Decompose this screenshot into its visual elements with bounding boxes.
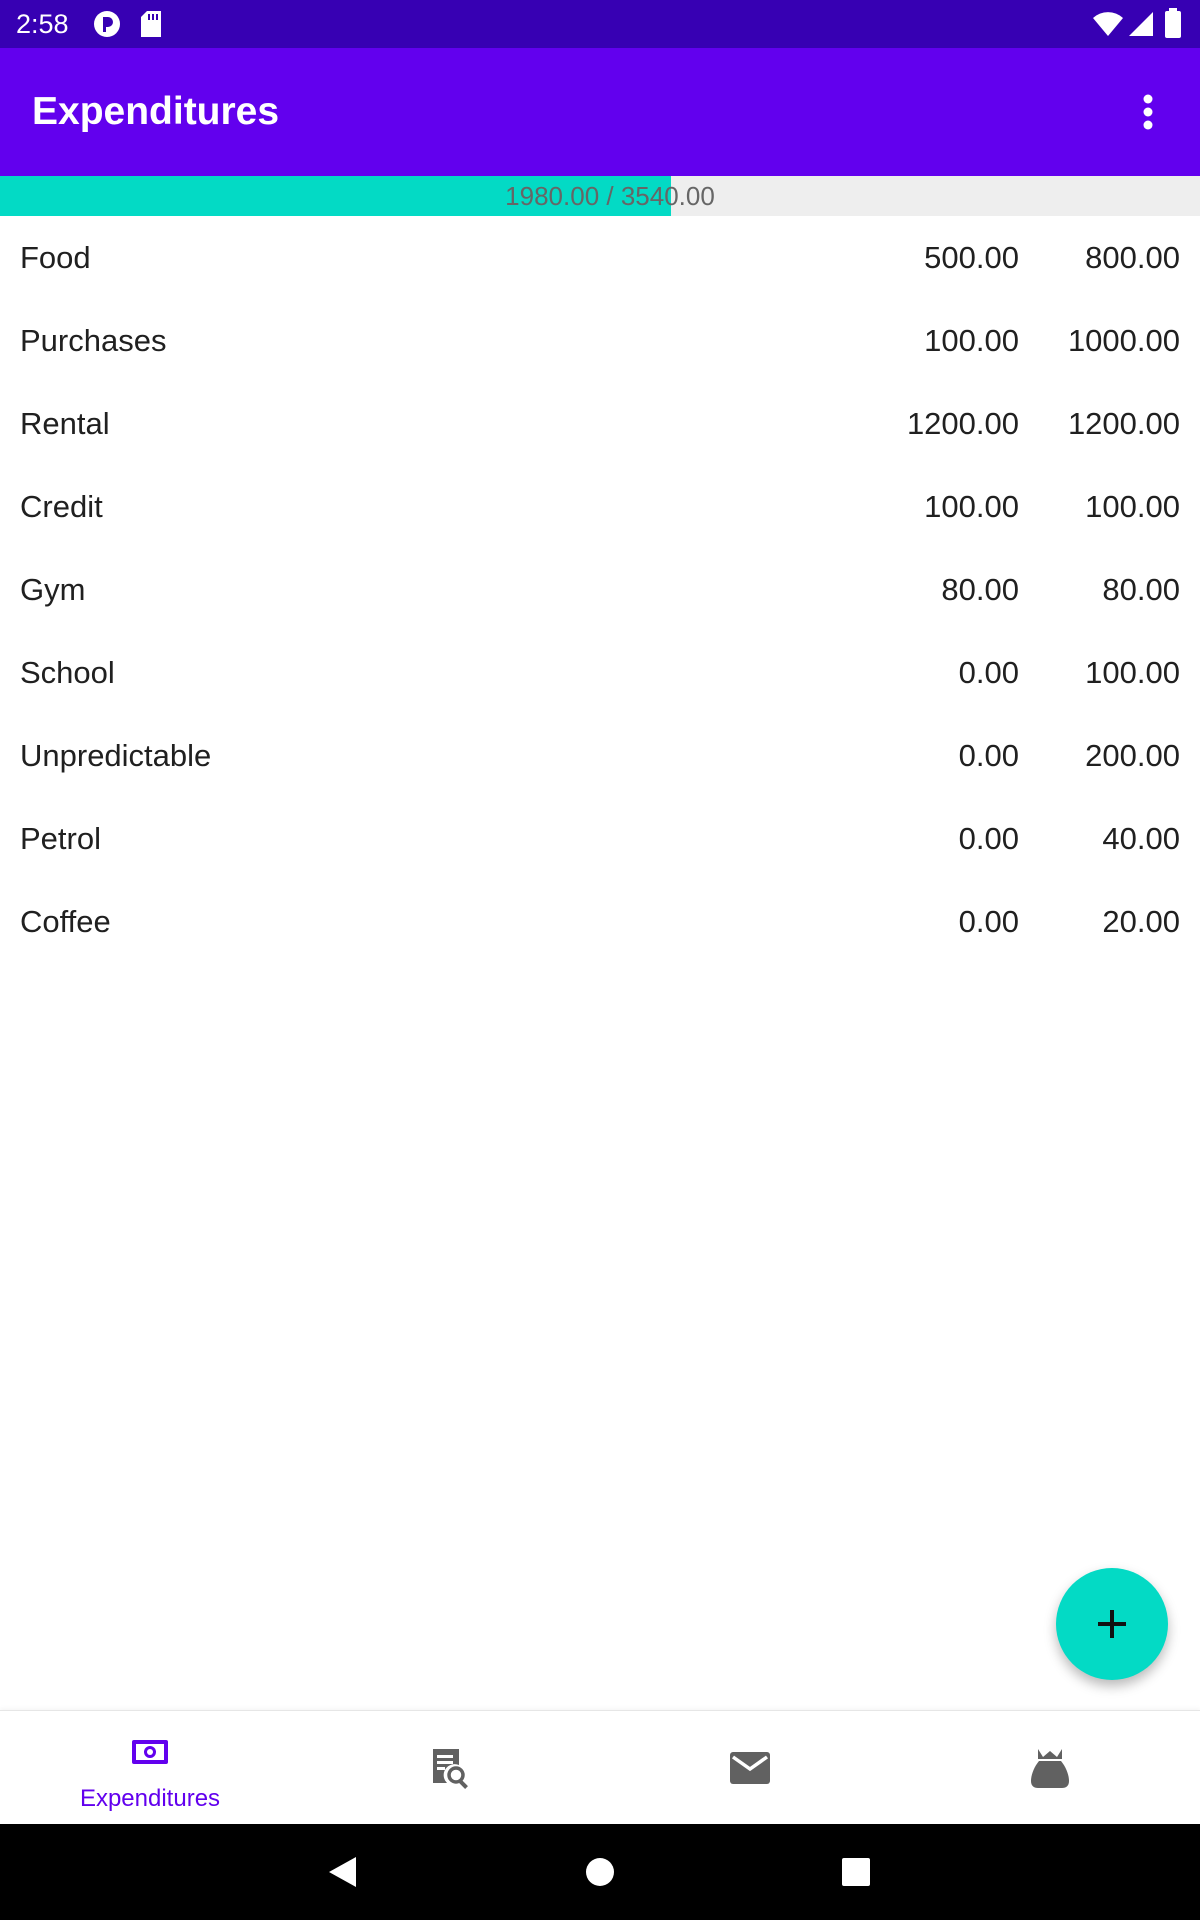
- wifi-icon: [1092, 10, 1124, 43]
- expense-spent: 100.00: [924, 489, 1019, 524]
- list-item[interactable]: Petrol 0.00 40.00: [0, 799, 1200, 882]
- list-item[interactable]: Food 500.00 800.00: [0, 218, 1200, 301]
- list-item[interactable]: Rental 1200.00 1200.00: [0, 384, 1200, 467]
- back-button[interactable]: [314, 1844, 370, 1900]
- expense-budget: 200.00: [1085, 738, 1180, 773]
- page-title: Expenditures: [32, 90, 280, 133]
- system-navigation-bar: [0, 1824, 1200, 1920]
- more-vert-icon: [1143, 94, 1153, 130]
- list-item[interactable]: Purchases 100.00 1000.00: [0, 301, 1200, 384]
- receipt-search-icon: [433, 1749, 468, 1789]
- expenditures-screen: 2:58 Expenditures 1980.00 / 3540.00 Food…: [0, 0, 1200, 1920]
- list-item[interactable]: Unpredictable 0.00 200.00: [0, 716, 1200, 799]
- expense-name: School: [20, 655, 115, 690]
- status-bar: 2:58: [0, 0, 1200, 48]
- expense-name: Petrol: [20, 821, 101, 856]
- status-time: 2:58: [16, 9, 69, 39]
- list-item[interactable]: Credit 100.00 100.00: [0, 467, 1200, 550]
- expense-spent: 1200.00: [906, 406, 1019, 441]
- recents-icon: [842, 1858, 870, 1886]
- expense-name: Gym: [20, 572, 86, 607]
- expense-name: Purchases: [20, 323, 167, 358]
- back-icon: [329, 1857, 356, 1887]
- recents-button[interactable]: [828, 1844, 884, 1900]
- expense-spent: 0.00: [958, 738, 1019, 773]
- expense-spent: 500.00: [924, 240, 1019, 275]
- expense-spent: 0.00: [958, 821, 1019, 856]
- expense-spent: 80.00: [941, 572, 1019, 607]
- privacy-indicator-icon: [92, 9, 122, 44]
- nav-item-messages[interactable]: [600, 1711, 900, 1825]
- home-icon: [586, 1858, 614, 1886]
- expense-budget: 1200.00: [1067, 406, 1180, 441]
- expense-spent: 0.00: [958, 904, 1019, 939]
- expense-name: Coffee: [20, 904, 111, 939]
- budget-progress-bar: 1980.00 / 3540.00: [0, 176, 1200, 216]
- nav-item-expenditures[interactable]: Expenditures: [0, 1711, 300, 1825]
- expense-spent: 0.00: [958, 655, 1019, 690]
- expense-budget: 80.00: [1102, 572, 1180, 607]
- cell-signal-icon: [1128, 10, 1154, 43]
- expense-name: Credit: [20, 489, 103, 524]
- expense-list: Food 500.00 800.00 Purchases 100.00 1000…: [0, 218, 1200, 965]
- overflow-menu-button[interactable]: [1120, 84, 1176, 140]
- expense-name: Food: [20, 240, 91, 275]
- expense-budget: 1000.00: [1067, 323, 1180, 358]
- home-button[interactable]: [572, 1844, 628, 1900]
- expense-name: Unpredictable: [20, 738, 212, 773]
- nav-item-savings[interactable]: [900, 1711, 1200, 1825]
- add-expense-button[interactable]: [1056, 1568, 1168, 1680]
- expense-spent: 100.00: [924, 323, 1019, 358]
- sd-card-icon: [139, 9, 163, 44]
- expense-budget: 100.00: [1085, 489, 1180, 524]
- nav-item-reports[interactable]: [300, 1711, 600, 1825]
- battery-icon: [1164, 8, 1182, 43]
- add-icon: [1098, 1610, 1126, 1638]
- list-item[interactable]: Gym 80.00 80.00: [0, 550, 1200, 633]
- expense-budget: 800.00: [1085, 240, 1180, 275]
- list-item[interactable]: School 0.00 100.00: [0, 633, 1200, 716]
- money-icon: [132, 1740, 168, 1764]
- mail-icon: [730, 1752, 770, 1784]
- expense-budget: 20.00: [1102, 904, 1180, 939]
- budget-progress-text: 1980.00 / 3540.00: [505, 181, 715, 211]
- expense-budget: 100.00: [1085, 655, 1180, 690]
- expense-name: Rental: [20, 406, 110, 441]
- money-bag-icon: [1031, 1749, 1069, 1788]
- list-item[interactable]: Coffee 0.00 20.00: [0, 882, 1200, 965]
- expense-budget: 40.00: [1102, 821, 1180, 856]
- nav-label-expenditures: Expenditures: [79, 1785, 221, 1812]
- app-bar: Expenditures: [0, 48, 1200, 176]
- bottom-navigation: Expenditures: [0, 1710, 1200, 1825]
